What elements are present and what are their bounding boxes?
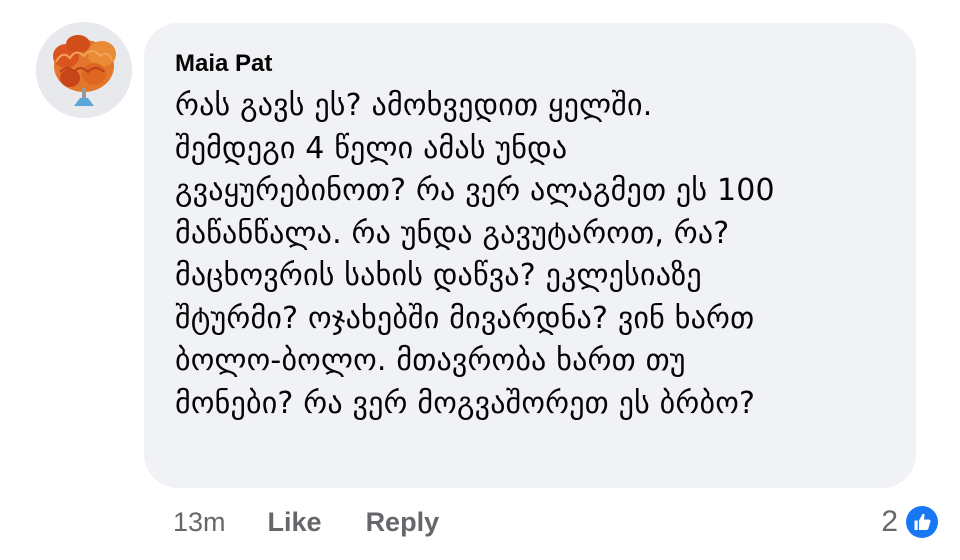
like-button[interactable]: Like	[268, 507, 322, 538]
comment-text-line: მონები? რა ვერ მოგვაშორეთ ეს ბრბო?	[175, 385, 756, 421]
comment-text-line: მაწანწალა. რა უნდა გავუტაროთ, რა?	[175, 215, 730, 251]
comment-text-line: ბოლო-ბოლო. მთავრობა ხართ თუ	[175, 343, 686, 378]
comment-author[interactable]: Maia Pat	[175, 47, 892, 81]
comment-text-line: რას გავს ეს? ამოხვედით ყელში.	[175, 88, 653, 123]
reply-button[interactable]: Reply	[366, 507, 440, 538]
comment-text-line: გვაყურებინოთ? რა ვერ ალაგმეთ ეს 100	[175, 173, 775, 208]
avatar-image	[36, 22, 132, 118]
reaction-count: 2	[881, 505, 898, 538]
comment-text-line: შტურმი? ოჯახებში მივარდნა? ვინ ხართ	[175, 300, 755, 336]
comment-text: რას გავს ეს? ამოხვედით ყელში. შემდეგი 4 …	[175, 85, 892, 425]
comment-actions: 13m Like Reply	[173, 500, 483, 544]
comment-text-line: შემდეგი 4 წელი ამას უნდა	[175, 130, 568, 166]
comment: Maia Pat რას გავს ეს? ამოხვედით ყელში. შ…	[0, 0, 960, 560]
comment-text-line: მაცხოვრის სახის დაწვა? ეკლესიაზე	[175, 258, 702, 293]
like-reaction-badge	[904, 504, 940, 540]
reaction-summary[interactable]: 2	[881, 500, 940, 544]
comment-timestamp[interactable]: 13m	[173, 507, 226, 538]
avatar[interactable]	[36, 22, 132, 118]
comment-bubble: Maia Pat რას გავს ეს? ამოხვედით ყელში. შ…	[144, 23, 916, 488]
like-thumbs-up-icon	[906, 506, 938, 538]
